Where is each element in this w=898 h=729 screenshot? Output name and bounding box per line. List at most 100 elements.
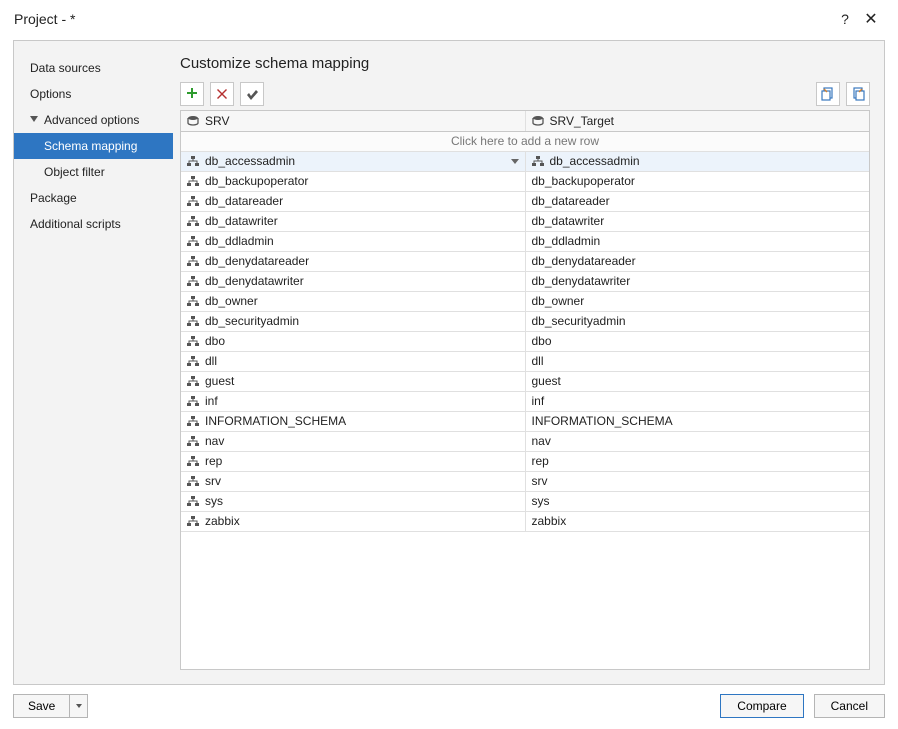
sidebar-item-data-sources[interactable]: Data sources <box>14 55 174 81</box>
help-icon[interactable]: ? <box>832 11 858 27</box>
sidebar-item-schema-mapping[interactable]: Schema mapping <box>14 133 173 159</box>
schema-icon <box>187 176 199 186</box>
save-button[interactable]: Save <box>13 694 88 718</box>
grid-header-right[interactable]: SRV_Target <box>525 111 869 131</box>
content: Customize schema mapping <box>174 41 884 684</box>
cell-left: guest <box>205 374 234 388</box>
schema-icon <box>187 516 199 526</box>
table-row[interactable]: db_accessadmin db_accessadmin <box>181 151 869 171</box>
sidebar-item-options[interactable]: Options <box>14 81 174 107</box>
schema-icon <box>187 376 199 386</box>
save-label: Save <box>14 699 69 713</box>
table-row[interactable]: db_denydatareader db_denydatareader <box>181 251 869 271</box>
cell-left: db_denydatawriter <box>205 274 304 288</box>
add-row-label: Click here to add a new row <box>181 131 869 151</box>
cell-left: dll <box>205 354 217 368</box>
cell-right: rep <box>532 454 549 468</box>
table-row[interactable]: db_datareader db_datareader <box>181 191 869 211</box>
schema-icon <box>187 256 199 266</box>
table-row[interactable]: syssys <box>181 491 869 511</box>
page-title: Customize schema mapping <box>180 55 870 72</box>
schema-icon <box>187 336 199 346</box>
table-row[interactable]: dll dll <box>181 351 869 371</box>
cell-left: sys <box>205 494 223 508</box>
confirm-button[interactable] <box>240 82 264 106</box>
delete-button[interactable] <box>210 82 234 106</box>
table-row[interactable]: guest guest <box>181 371 869 391</box>
cell-right: db_backupoperator <box>532 174 635 188</box>
copy-right-button[interactable] <box>846 82 870 106</box>
table-row[interactable]: db_backupoperator db_backupoperator <box>181 171 869 191</box>
copy-icon <box>851 87 865 101</box>
table-row[interactable]: rep rep <box>181 451 869 471</box>
table-row[interactable]: db_denydatawriter db_denydatawriter <box>181 271 869 291</box>
plus-icon <box>185 87 199 101</box>
cell-right: guest <box>532 374 561 388</box>
schema-icon <box>187 156 199 166</box>
sidebar-item-package[interactable]: Package <box>14 185 174 211</box>
main-frame: Data sources Options Advanced options Sc… <box>13 40 885 685</box>
grid-header-left[interactable]: SRV <box>181 111 525 131</box>
cell-left: db_ddladmin <box>205 234 274 248</box>
schema-icon <box>187 236 199 246</box>
compare-button[interactable]: Compare <box>720 694 803 718</box>
cell-left: db_denydatareader <box>205 254 309 268</box>
footer: Save Compare Cancel <box>13 691 885 721</box>
cell-left: db_owner <box>205 294 258 308</box>
cell-left: db_securityadmin <box>205 314 299 328</box>
table-row[interactable]: db_datawriterdb_datawriter <box>181 211 869 231</box>
sidebar-item-additional-scripts[interactable]: Additional scripts <box>14 211 174 237</box>
schema-icon <box>187 276 199 286</box>
schema-icon <box>187 416 199 426</box>
schema-icon <box>187 456 199 466</box>
table-row[interactable]: db_owner db_owner <box>181 291 869 311</box>
grid-header-label: SRV <box>205 114 229 128</box>
table-row[interactable]: srvsrv <box>181 471 869 491</box>
grid-header-label: SRV_Target <box>550 114 614 128</box>
x-icon <box>216 88 228 100</box>
chevron-down-icon[interactable] <box>69 695 87 717</box>
table-row[interactable]: db_ddladmin db_ddladmin <box>181 231 869 251</box>
table-row[interactable]: db_securityadmin db_securityadmin <box>181 311 869 331</box>
cell-left: db_backupoperator <box>205 174 308 188</box>
add-button[interactable] <box>180 82 204 106</box>
close-icon[interactable]: ✕ <box>858 9 884 29</box>
database-icon <box>187 116 199 126</box>
cell-left: rep <box>205 454 222 468</box>
schema-icon <box>187 216 199 226</box>
cell-right: nav <box>532 434 551 448</box>
table-row[interactable]: dbodbo <box>181 331 869 351</box>
cell-right: db_securityadmin <box>532 314 626 328</box>
cell-right: db_datareader <box>532 194 610 208</box>
cell-right: db_owner <box>532 294 585 308</box>
cell-right: dll <box>532 354 544 368</box>
add-row[interactable]: Click here to add a new row <box>181 131 869 151</box>
copy-icon <box>821 87 835 101</box>
cell-right: db_denydatareader <box>532 254 636 268</box>
grid[interactable]: SRV SRV_Target Click here to ad <box>180 110 870 670</box>
table-row[interactable]: infinf <box>181 391 869 411</box>
sidebar-item-advanced-options[interactable]: Advanced options <box>14 107 174 133</box>
cell-right: db_accessadmin <box>550 154 640 168</box>
table-row[interactable]: zabbixzabbix <box>181 511 869 531</box>
cell-right: db_ddladmin <box>532 234 601 248</box>
schema-icon <box>187 476 199 486</box>
sidebar-item-label: Advanced options <box>44 113 139 127</box>
cell-right: INFORMATION_SCHEMA <box>532 414 673 428</box>
cell-left: INFORMATION_SCHEMA <box>205 414 346 428</box>
chevron-down-icon <box>30 116 38 122</box>
copy-left-button[interactable] <box>816 82 840 106</box>
chevron-down-icon[interactable] <box>511 159 519 164</box>
cancel-button[interactable]: Cancel <box>814 694 885 718</box>
table-row[interactable]: navnav <box>181 431 869 451</box>
cell-right: db_denydatawriter <box>532 274 631 288</box>
cell-left: db_datareader <box>205 194 283 208</box>
cell-left: inf <box>205 394 218 408</box>
schema-icon <box>187 316 199 326</box>
toolbar <box>180 82 870 106</box>
sidebar-item-object-filter[interactable]: Object filter <box>14 159 174 185</box>
schema-icon <box>187 436 199 446</box>
table-row[interactable]: INFORMATION_SCHEMA INFORMATION_SCHEMA <box>181 411 869 431</box>
cell-right: zabbix <box>532 514 567 528</box>
cell-left: dbo <box>205 334 225 348</box>
